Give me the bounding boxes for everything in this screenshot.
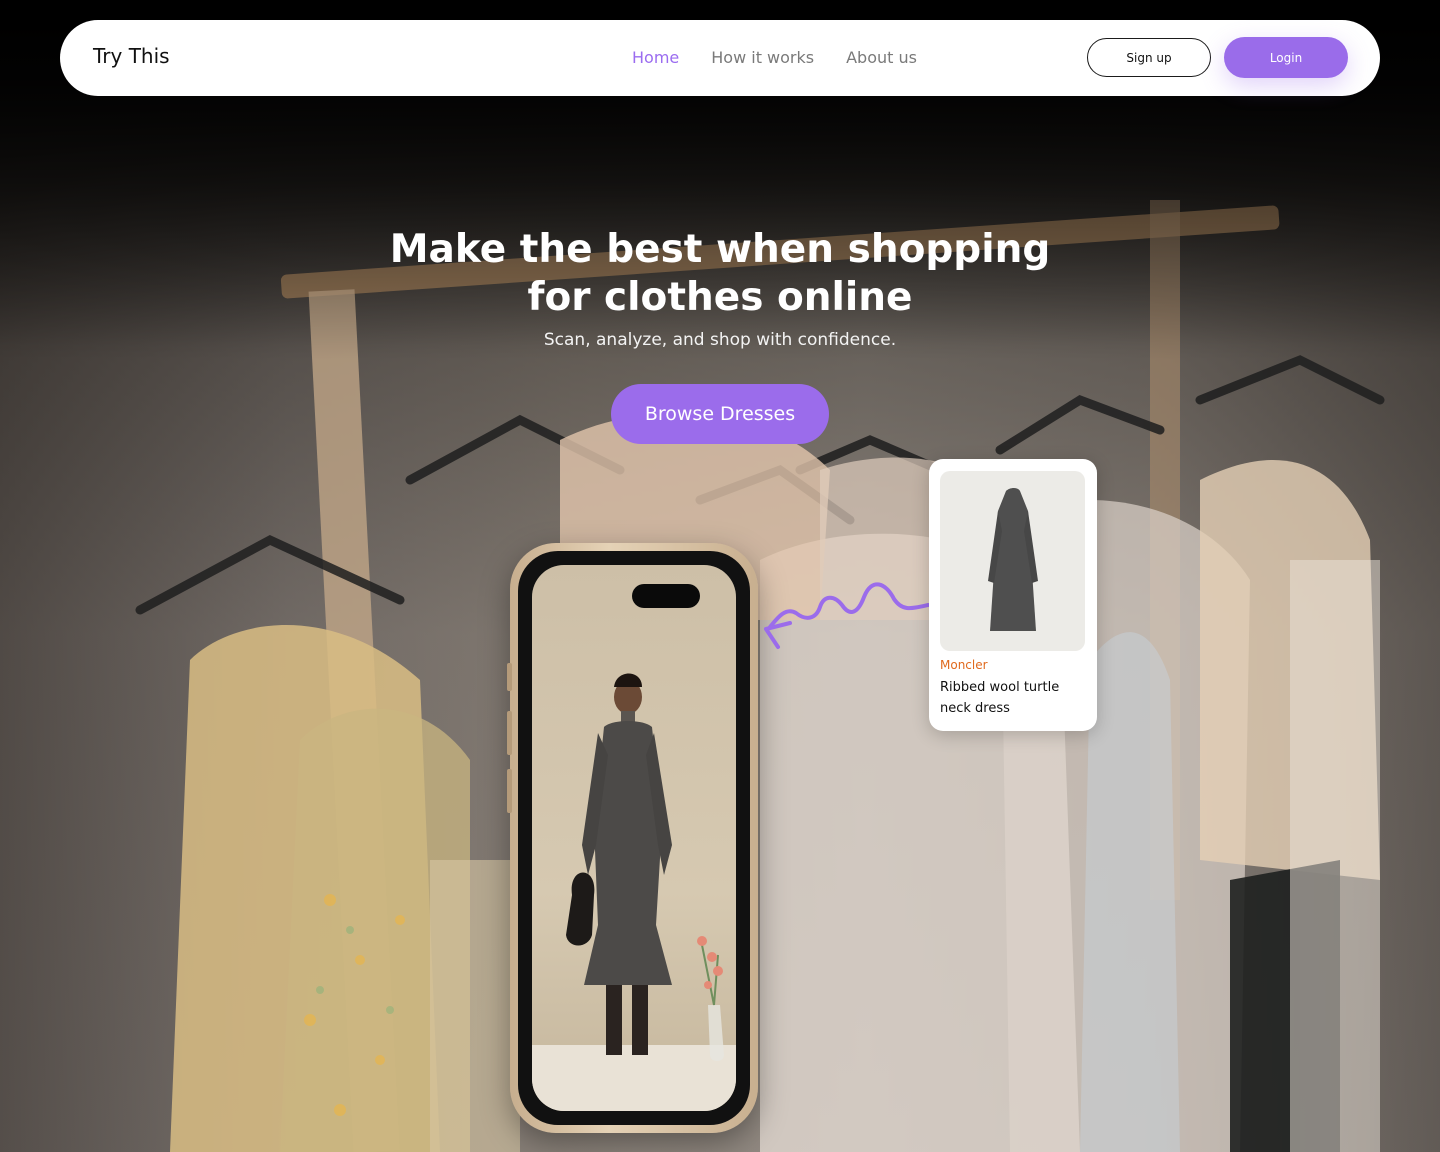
phone-side-button [507,769,512,813]
hero-title-line-2: for clothes online [527,275,913,320]
hero-subtitle: Scan, analyze, and shop with confidence. [543,330,897,350]
phone-side-button [507,711,512,755]
top-navbar: Try This Home How it works About us Sign… [60,20,1380,96]
dress-image [988,488,1038,631]
nav-link-about-us[interactable]: About us [846,48,917,67]
product-card[interactable]: Moncler Ribbed wool turtle neck dress [929,459,1097,731]
phone-screen [532,565,736,1111]
model-photo [532,673,736,1111]
phone-mockup [507,543,758,1133]
phone-side-button [507,663,512,691]
browse-dresses-button[interactable]: Browse Dresses [611,384,829,444]
phone-dynamic-island [632,584,700,608]
product-brand: Moncler [940,658,988,672]
brand-logo[interactable]: Try This [93,44,170,68]
hero-section: Try This Home How it works About us Sign… [0,0,1440,1152]
product-thumbnail [940,471,1085,651]
nav-links: Home How it works About us [632,48,917,67]
squiggle-arrow-icon [764,582,930,649]
nav-link-home[interactable]: Home [632,48,679,67]
hero-title-line-1: Make the best when shopping [389,227,1051,272]
signup-button[interactable]: Sign up [1087,38,1211,77]
product-name: Ribbed wool turtle neck dress [940,680,1060,716]
nav-link-how-it-works[interactable]: How it works [711,48,814,67]
phone-bezel [518,551,750,1125]
login-button[interactable]: Login [1224,37,1348,78]
hero-title: Make the best when shopping for clothes … [320,226,1120,322]
